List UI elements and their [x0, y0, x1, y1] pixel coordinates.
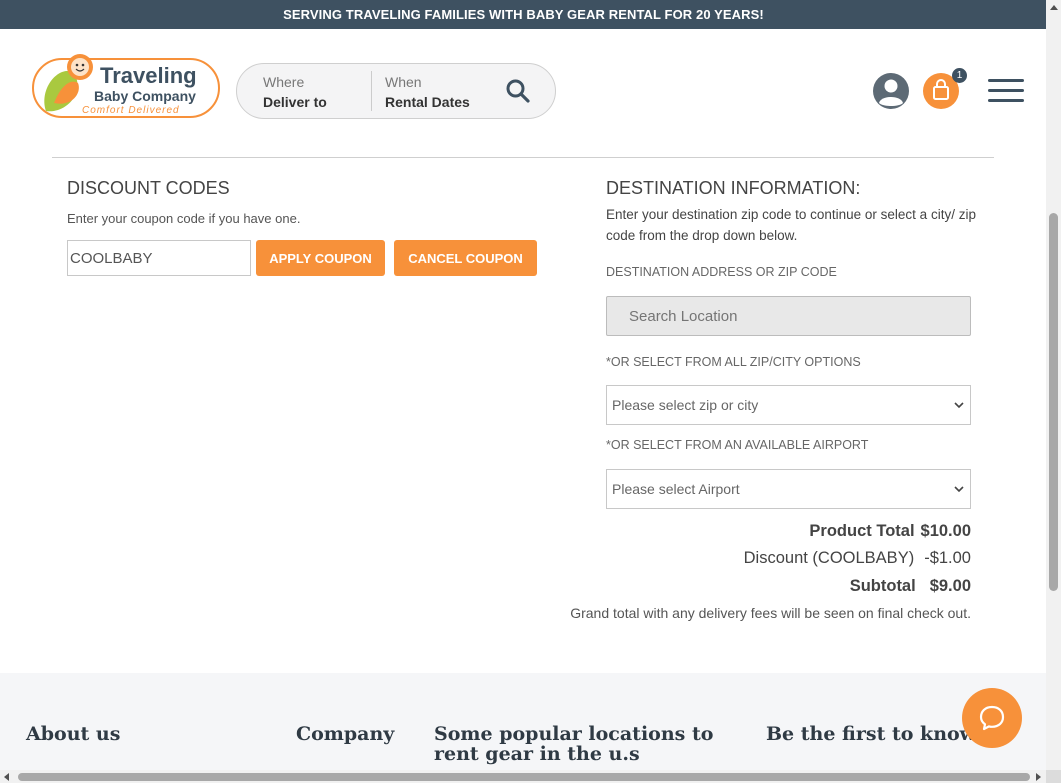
apply-coupon-button[interactable]: APPLY COUPON	[256, 240, 385, 276]
delivery-search-bar[interactable]: Where Deliver to When Rental Dates	[236, 63, 556, 119]
footer-about-heading: About us	[26, 723, 121, 745]
chat-widget-button[interactable]	[962, 688, 1022, 748]
discount-help-text: Enter your coupon code if you have one.	[67, 211, 301, 226]
hamburger-menu-icon[interactable]	[988, 79, 1024, 103]
scroll-left-arrow-icon[interactable]	[4, 773, 9, 781]
scroll-right-arrow-icon[interactable]	[1036, 773, 1041, 781]
announcement-bar: SERVING TRAVELING FAMILIES WITH BABY GEA…	[0, 0, 1061, 29]
footer-popular-locations-heading: Some popular locations to rent gear in t…	[434, 723, 714, 765]
zip-city-label: *OR SELECT FROM ALL ZIP/CITY OPTIONS	[606, 355, 861, 369]
subtotal-value: $9.00	[929, 577, 971, 595]
destination-help-text: Enter your destination zip code to conti…	[606, 207, 976, 243]
where-field[interactable]: Where Deliver to	[263, 74, 327, 110]
traveling-baby-company-logo[interactable]: Traveling Baby Company Comfort Delivered	[32, 53, 220, 119]
airport-label: *OR SELECT FROM AN AVAILABLE AIRPORT	[606, 438, 869, 452]
discount-row: Discount (COOLBABY) -$1.00	[744, 549, 971, 568]
airport-select[interactable]: Please select Airport	[606, 469, 971, 509]
coupon-code-input[interactable]	[67, 240, 251, 276]
footer-company-heading: Company	[296, 723, 395, 745]
where-value: Deliver to	[263, 94, 327, 110]
vertical-scrollbar[interactable]	[1046, 0, 1061, 770]
search-icon[interactable]	[505, 78, 531, 104]
discount-value: -$1.00	[924, 549, 971, 567]
section-divider	[52, 157, 994, 158]
logo-line2: Baby Company	[94, 88, 196, 104]
product-total-row: Product Total $10.00	[809, 522, 971, 541]
horizontal-scrollbar[interactable]	[0, 770, 1046, 783]
logo-tagline: Comfort Delivered	[82, 105, 180, 116]
airport-selected: Please select Airport	[612, 481, 740, 497]
horizontal-scroll-thumb[interactable]	[18, 773, 1030, 781]
announcement-text: SERVING TRAVELING FAMILIES WITH BABY GEA…	[283, 7, 764, 22]
zip-city-selected: Please select zip or city	[612, 397, 759, 413]
subtotal-label: Subtotal	[849, 577, 916, 595]
search-location-input[interactable]	[606, 296, 971, 336]
cancel-coupon-button[interactable]: CANCEL COUPON	[394, 240, 537, 276]
destination-title: DESTINATION INFORMATION:	[606, 178, 861, 198]
destination-address-label: DESTINATION ADDRESS OR ZIP CODE	[606, 265, 837, 279]
chevron-down-icon	[954, 402, 964, 409]
logo-graphic: Traveling Baby Company Comfort Delivered	[32, 54, 220, 118]
discount-label: Discount (COOLBABY)	[743, 549, 915, 567]
user-icon[interactable]	[872, 72, 910, 110]
subtotal-row: Subtotal $9.00	[850, 577, 971, 596]
vertical-scroll-thumb[interactable]	[1049, 213, 1058, 591]
site-header: Traveling Baby Company Comfort Delivered…	[0, 29, 1046, 155]
when-value: Rental Dates	[385, 94, 470, 110]
product-total-label: Product Total	[809, 522, 915, 540]
zip-city-select[interactable]: Please select zip or city	[606, 385, 971, 425]
logo-line1: Traveling	[100, 63, 197, 88]
product-total-value: $10.00	[920, 522, 971, 540]
footer-newsletter-heading: Be the first to know	[766, 723, 977, 745]
chat-icon	[979, 705, 1005, 731]
when-label: When	[385, 74, 422, 90]
scrollbar-corner	[1046, 770, 1061, 783]
cart-count-badge: 1	[952, 68, 967, 83]
grand-total-note: Grand total with any delivery fees will …	[570, 605, 971, 621]
scroll-up-arrow-icon[interactable]	[1050, 5, 1058, 10]
search-divider	[371, 71, 372, 111]
chevron-down-icon	[954, 486, 964, 493]
where-label: Where	[263, 74, 305, 90]
discount-codes-title: DISCOUNT CODES	[67, 178, 230, 198]
when-field[interactable]: When Rental Dates	[385, 74, 470, 110]
